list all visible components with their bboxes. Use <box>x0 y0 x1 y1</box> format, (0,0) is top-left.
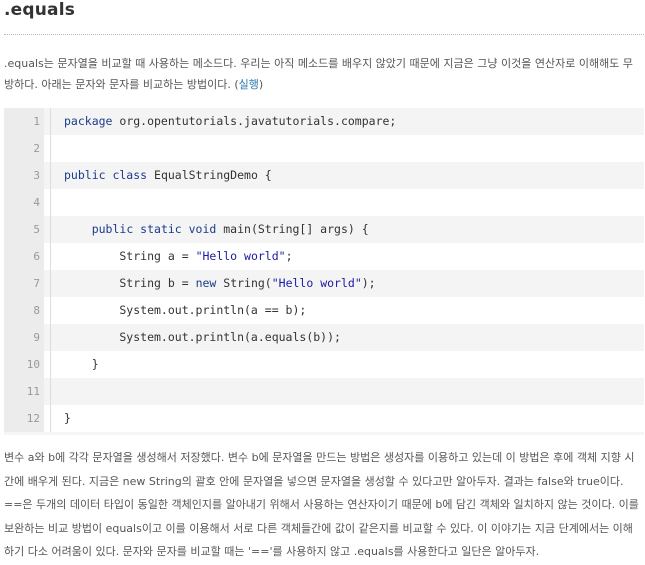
code-text: String a = "Hello world"; <box>64 243 293 270</box>
section-title: .equals <box>4 0 76 20</box>
line-number: 9 <box>4 324 44 351</box>
line-number: 5 <box>4 216 44 243</box>
code-line: 2 <box>4 135 644 162</box>
code-text: System.out.println(a.equals(b)); <box>64 324 341 351</box>
code-line: 4 <box>4 189 644 216</box>
run-link[interactable]: 실행 <box>239 78 259 91</box>
intro-text: .equals는 문자열을 비교할 때 사용하는 메소드다. 우리는 아직 메소… <box>4 57 633 91</box>
code-line: 8 System.out.println(a == b); <box>4 297 644 324</box>
code-line: 12} <box>4 405 644 432</box>
gutter-divider <box>50 162 51 189</box>
code-token: String( <box>216 276 272 290</box>
line-number: 3 <box>4 162 44 189</box>
line-number: 6 <box>4 243 44 270</box>
code-keyword: public class <box>64 168 148 182</box>
code-token: EqualStringDemo { <box>147 168 272 182</box>
gutter-divider <box>50 135 51 162</box>
code-keyword: public static void <box>91 222 217 236</box>
gutter-divider <box>50 324 51 351</box>
code-line: 1 package org.opentutorials.javatutorials… <box>4 108 644 135</box>
code-string: "Hello world" <box>271 276 362 290</box>
code-text: String b = new String("Hello world"); <box>64 270 376 297</box>
line-number: 8 <box>4 297 44 324</box>
code-token: ; <box>285 249 293 263</box>
code-token: System.out.println(a.equals(b)); <box>64 330 341 344</box>
code-block: 1 package org.opentutorials.javatutorials… <box>4 108 644 435</box>
code-token: org.opentutorials.javatutorials.compare; <box>112 114 397 128</box>
code-line: 3 public class EqualStringDemo { <box>4 162 644 189</box>
code-token: String a = <box>64 249 196 263</box>
code-text: } <box>64 405 71 432</box>
code-line: 7 String b = new String("Hello world"); <box>4 270 644 297</box>
line-number: 10 <box>4 351 44 378</box>
code-token: } <box>64 411 71 425</box>
gutter-divider <box>50 243 51 270</box>
gutter-divider <box>50 378 51 405</box>
code-line: 11 <box>4 378 644 405</box>
gutter-divider <box>50 189 51 216</box>
title-divider <box>4 34 644 35</box>
page: .equals .equals는 문자열을 비교할 때 사용하는 메소드다. 우… <box>0 0 645 565</box>
gutter-divider <box>50 108 51 135</box>
code-line: 5 public static void main(String[] args)… <box>4 216 644 243</box>
code-token: System.out.println(a == b); <box>64 303 307 317</box>
code-string: "Hello world" <box>195 249 286 263</box>
code-line: 6 String a = "Hello world"; <box>4 243 644 270</box>
intro-text-end: ) <box>258 78 264 91</box>
line-number: 4 <box>4 189 44 216</box>
gutter-divider <box>50 270 51 297</box>
code-text: public static void main(String[] args) { <box>64 216 369 243</box>
code-text: } <box>64 351 99 378</box>
code-keyword: new <box>195 276 217 290</box>
code-line: 9 System.out.println(a.equals(b)); <box>4 324 644 351</box>
gutter-divider <box>50 216 51 243</box>
code-text: System.out.println(a == b); <box>64 297 306 324</box>
line-number: 11 <box>4 378 44 405</box>
code-text: public class EqualStringDemo { <box>64 162 272 189</box>
code-token: String b = <box>64 276 196 290</box>
intro-paragraph: .equals는 문자열을 비교할 때 사용하는 메소드다. 우리는 아직 메소… <box>4 53 642 95</box>
code-text: package org.opentutorials.javatutorials.… <box>64 108 396 135</box>
line-number: 12 <box>4 405 44 432</box>
code-token: ); <box>361 276 376 290</box>
line-number: 7 <box>4 270 44 297</box>
gutter-divider <box>50 351 51 378</box>
line-number: 1 <box>4 108 44 135</box>
code-token: main(String[] args) { <box>216 222 369 236</box>
outro-paragraph: 변수 a와 b에 각각 문자열을 생성해서 저장했다. 변수 b에 문자열을 만… <box>4 451 639 558</box>
code-line: 10 } <box>4 351 644 378</box>
gutter-divider <box>50 297 51 324</box>
line-number: 2 <box>4 135 44 162</box>
gutter-divider <box>50 405 51 432</box>
code-token: } <box>64 357 99 371</box>
code-keyword: package <box>64 114 113 128</box>
